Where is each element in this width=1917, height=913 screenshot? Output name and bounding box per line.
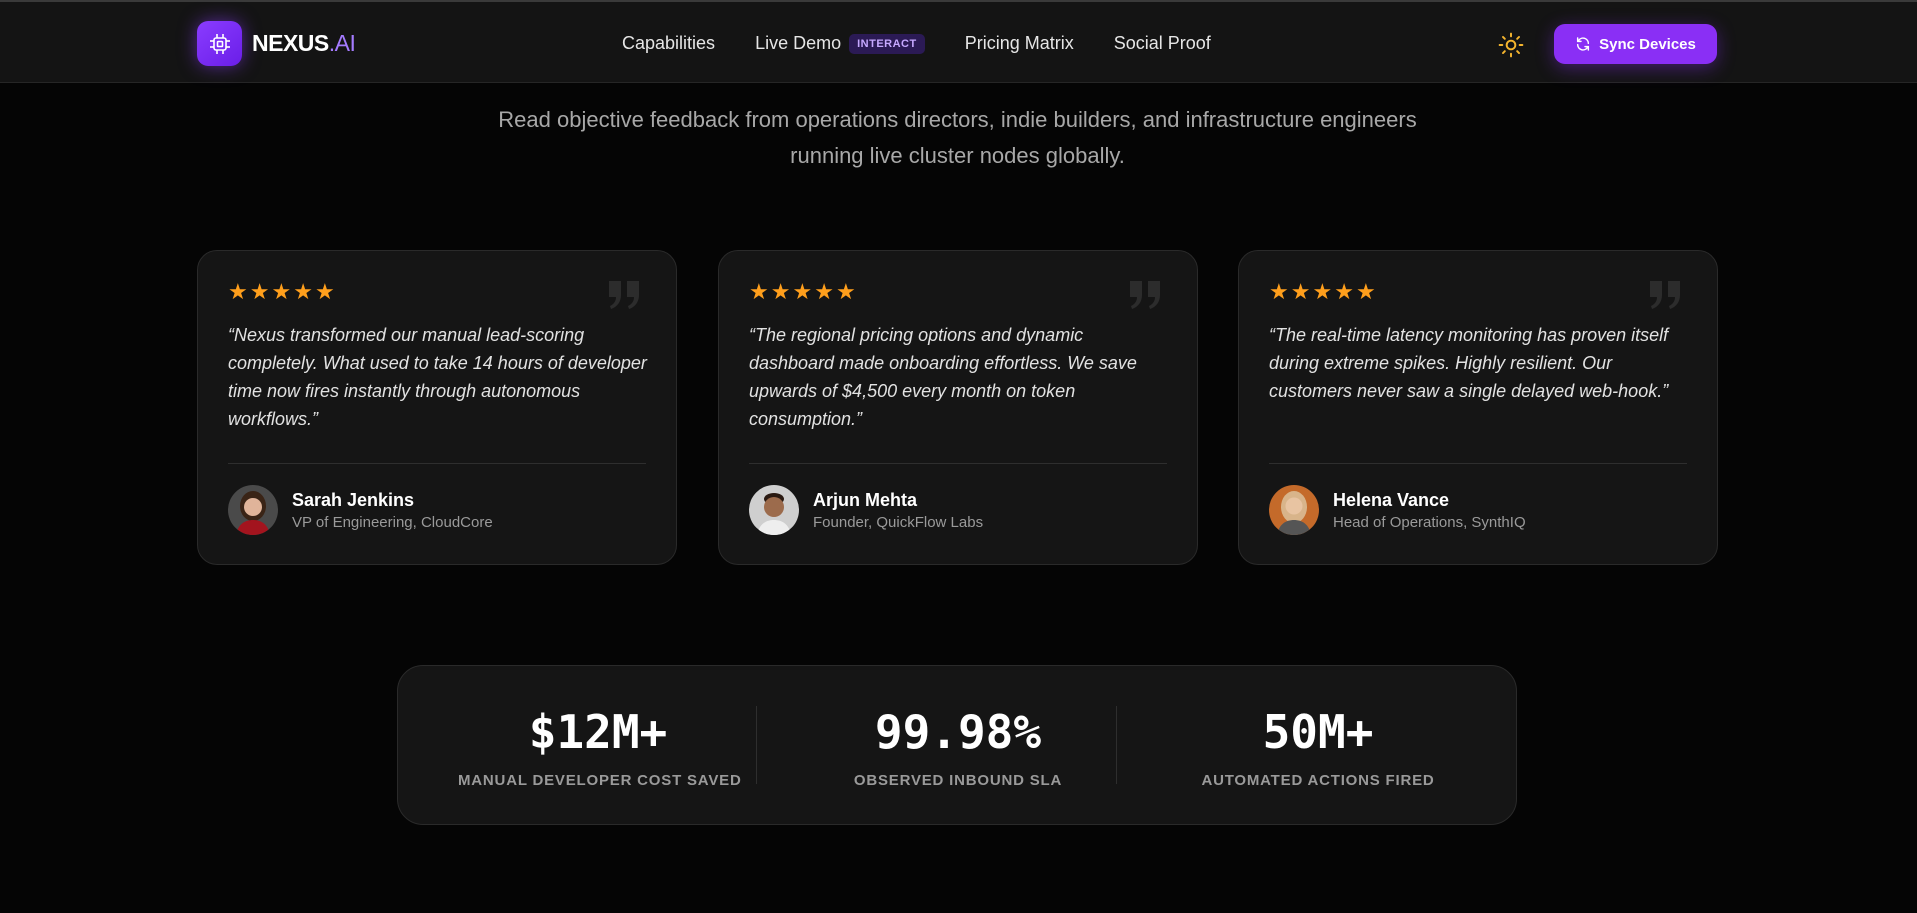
nav-link-social-proof[interactable]: Social Proof [1114,33,1211,54]
brand-name-main: NEXUS [252,30,329,56]
star-rating: ★ ★ ★ ★ ★ [1269,281,1378,303]
brand-name-accent: .AI [328,30,356,56]
sun-icon[interactable] [1498,32,1524,58]
nav-links: Capabilities Live Demo INTERACT Pricing M… [622,33,1251,54]
person-name: Helena Vance [1333,490,1450,510]
person-name: Sarah Jenkins [292,490,415,510]
nav-link-label: Pricing Matrix [964,33,1074,53]
card-divider [228,463,646,464]
quote-icon [609,281,639,309]
stat-value: 50M+ [1262,705,1374,759]
star-icon: ★ [1334,279,1354,304]
stat-label: OBSERVED INBOUND SLA [853,772,1063,789]
avatar [228,485,278,535]
brand-logo[interactable]: NEXUS.AI [197,21,356,66]
testimonial-quote: “The regional pricing options and dynami… [749,325,1137,429]
stat-cost-saved: $12M+ MANUAL DEVELOPER COST SAVED [458,704,742,789]
star-icon: ★ [228,279,248,304]
brand-name: NEXUS.AI [252,30,356,57]
testimonial-card: ★ ★ ★ ★ ★ “Nexus transformed our manual lead… [197,250,677,565]
star-rating: ★ ★ ★ ★ ★ [749,281,858,303]
nav-link-label: Capabilities [622,33,716,53]
star-icon: ★ [792,279,813,304]
top-nav: NEXUS.AI Capabilities Live Demo INTERACT … [0,0,1917,83]
star-rating: ★ ★ ★ ★ ★ [228,281,337,303]
stat-actions-fired: 50M+ AUTOMATED ACTIONS FIRED [1178,704,1458,789]
card-divider [749,463,1167,464]
star-icon: ★ [1290,279,1311,304]
chip-icon [197,21,242,66]
testimonial-quote: “Nexus transformed our manual lead-scori… [228,325,647,429]
star-icon: ★ [314,279,335,304]
star-icon: ★ [249,279,270,304]
testimonial-card: ★ ★ ★ ★ ★ “The regional pricing options and … [718,250,1198,565]
stat-label: MANUAL DEVELOPER COST SAVED [458,772,742,789]
sync-button-label: Sync Devices [1599,35,1696,53]
star-icon: ★ [770,279,791,304]
stats-panel: $12M+ MANUAL DEVELOPER COST SAVED 99.98%… [397,665,1517,825]
star-icon: ★ [1312,279,1333,304]
star-icon: ★ [1269,279,1289,304]
stat-value: 99.98% [874,705,1042,759]
person-name: Arjun Mehta [813,490,918,510]
star-icon: ★ [293,279,313,304]
person-role: Head of Operations, SynthIQ [1333,514,1526,531]
stat-value: $12M+ [528,705,668,759]
star-icon: ★ [749,279,769,304]
stat-divider [756,706,757,784]
card-divider [1269,463,1687,464]
quote-icon [1130,281,1160,309]
interact-badge: INTERACT [849,33,925,54]
stat-inbound-sla: 99.98% OBSERVED INBOUND SLA [818,704,1098,789]
stat-divider [1116,706,1117,784]
testimonial-card: ★ ★ ★ ★ ★ “The real-time latency monitoring … [1238,250,1718,565]
stat-label: AUTOMATED ACTIONS FIRED [1201,772,1435,789]
nav-link-capabilities[interactable]: Capabilities [622,33,715,54]
avatar [1269,485,1319,535]
nav-link-live-demo[interactable]: Live Demo INTERACT [755,33,925,54]
person-role: Founder, QuickFlow Labs [813,514,984,531]
refresh-icon [1577,37,1590,51]
person-role: VP of Engineering, CloudCore [292,514,493,531]
star-icon: ★ [1355,279,1376,304]
testimonial-quote: “The real-time latency monitoring has pr… [1269,325,1669,401]
star-icon: ★ [271,279,292,304]
section-intro: Read objective feedback from operations … [498,107,1417,168]
star-icon: ★ [835,279,856,304]
sync-devices-button[interactable]: Sync Devices [1554,24,1717,64]
nav-link-label: Live Demo [755,33,842,53]
star-icon: ★ [814,279,834,304]
avatar [749,485,799,535]
quote-icon [1650,281,1680,309]
nav-link-pricing-matrix[interactable]: Pricing Matrix [965,33,1074,54]
nav-link-label: Social Proof [1113,33,1211,53]
